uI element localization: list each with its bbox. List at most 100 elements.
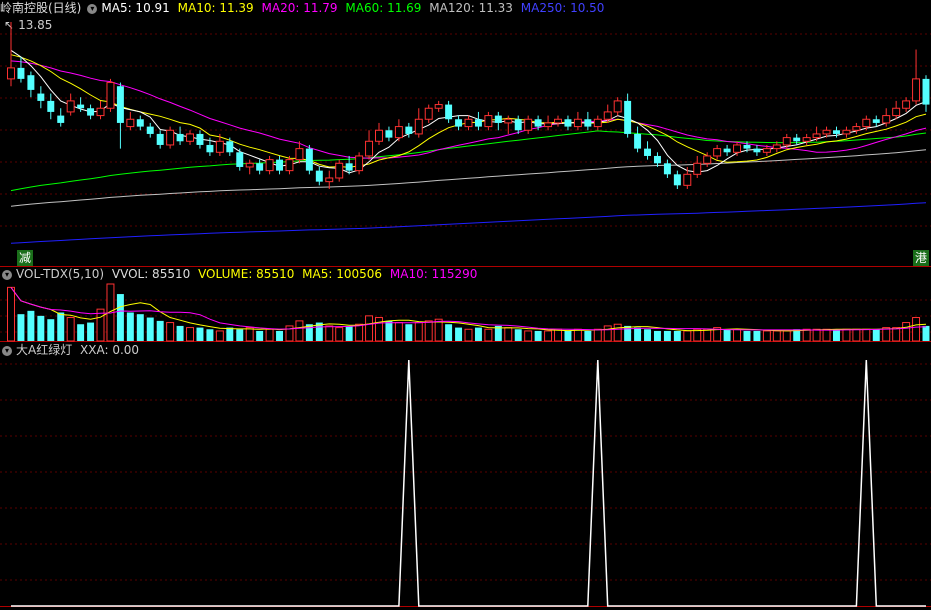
candle-body — [265, 159, 274, 172]
volume-bar — [166, 322, 175, 342]
candle-body — [484, 115, 493, 128]
volume-bar — [802, 328, 811, 342]
volume-bar — [613, 323, 622, 342]
candle-body — [733, 144, 742, 153]
candle-body — [215, 140, 224, 153]
candle-body — [822, 129, 831, 135]
volume-bar — [902, 322, 911, 342]
volume-bar — [176, 325, 184, 341]
volume-bar — [245, 327, 254, 342]
candle-body — [295, 148, 304, 161]
candle-body — [276, 159, 284, 171]
candle-body — [793, 137, 801, 142]
xxa-line — [11, 359, 926, 607]
volume-bar — [206, 329, 214, 341]
volume-bar — [862, 328, 871, 342]
volume-bar — [77, 324, 85, 341]
candle-body — [445, 104, 453, 120]
candle-body — [882, 115, 891, 124]
candle-body — [833, 130, 840, 134]
volume-bar — [256, 330, 264, 341]
candle-body — [394, 126, 403, 139]
candle-body — [673, 174, 681, 186]
volume-bar — [892, 327, 901, 342]
candle-body — [176, 133, 184, 142]
candle-body — [414, 118, 423, 135]
volume-bar — [554, 328, 562, 342]
candle-body — [315, 170, 323, 182]
ma250-line — [10, 202, 927, 244]
candle-body — [37, 93, 45, 101]
candle-body — [305, 148, 313, 171]
candle-body — [593, 118, 602, 128]
candle-body — [434, 104, 443, 109]
volume-bar — [683, 330, 692, 342]
volume-bar — [375, 317, 383, 342]
candle-body — [554, 118, 562, 124]
volume-bar — [852, 328, 861, 342]
volume-bar — [136, 314, 144, 341]
ma5-line — [10, 49, 927, 174]
volume-bar — [156, 320, 164, 341]
volume-bar — [335, 327, 344, 342]
volume-bar — [723, 329, 731, 341]
candle-body — [136, 119, 144, 127]
volume-bar — [743, 330, 751, 341]
volume-bar — [196, 327, 204, 341]
volume-bar — [573, 328, 582, 342]
chart-canvas — [0, 22, 931, 607]
candle-body — [762, 148, 771, 153]
ma120-line — [10, 149, 927, 207]
candle-body — [196, 133, 204, 145]
candle-body — [862, 118, 871, 128]
volume-bar — [17, 314, 25, 341]
volume-bar — [455, 327, 463, 341]
candle-body — [405, 126, 413, 134]
volume-bar — [276, 330, 284, 341]
volume-bar — [47, 319, 55, 341]
candle-body — [524, 118, 533, 131]
volume-bar — [87, 322, 95, 341]
candle-body — [703, 155, 712, 164]
volume-bar — [27, 310, 35, 341]
candle-body — [17, 67, 25, 79]
volume-bar — [842, 328, 851, 342]
candle-body — [156, 133, 164, 145]
volume-bar — [345, 325, 353, 341]
volume-bar — [514, 329, 522, 341]
candle-body — [206, 144, 214, 153]
volume-bar — [146, 317, 154, 341]
volume-bar — [504, 327, 513, 342]
volume-bar — [405, 324, 413, 341]
candle-body — [455, 119, 463, 127]
volume-bar — [464, 328, 473, 342]
candle-body — [375, 129, 383, 142]
volume-bar — [872, 329, 880, 341]
volume-bar — [772, 330, 781, 342]
candle-body — [852, 126, 861, 131]
candle-body — [7, 67, 15, 80]
candle-body — [335, 162, 344, 179]
candle-body — [464, 118, 473, 128]
volume-bar — [265, 328, 274, 342]
candle-body — [644, 148, 652, 156]
candle-body — [842, 129, 851, 135]
volume-bar — [593, 328, 602, 342]
candle-body — [693, 162, 702, 175]
candle-body — [584, 119, 592, 127]
candle-body — [236, 152, 244, 167]
candle-body — [77, 104, 85, 109]
volume-bar — [653, 330, 661, 341]
volume-bar — [7, 286, 15, 342]
candle-body — [256, 163, 264, 171]
volume-bar — [96, 308, 105, 342]
candle-body — [902, 100, 911, 109]
volume-bar — [922, 325, 930, 341]
volume-bar — [703, 328, 712, 342]
volume-bar — [812, 328, 821, 342]
ma10-line — [10, 54, 927, 168]
candle-body — [186, 133, 195, 142]
candle-body — [345, 163, 353, 171]
candle-body — [355, 155, 364, 172]
candle-body — [126, 118, 135, 128]
